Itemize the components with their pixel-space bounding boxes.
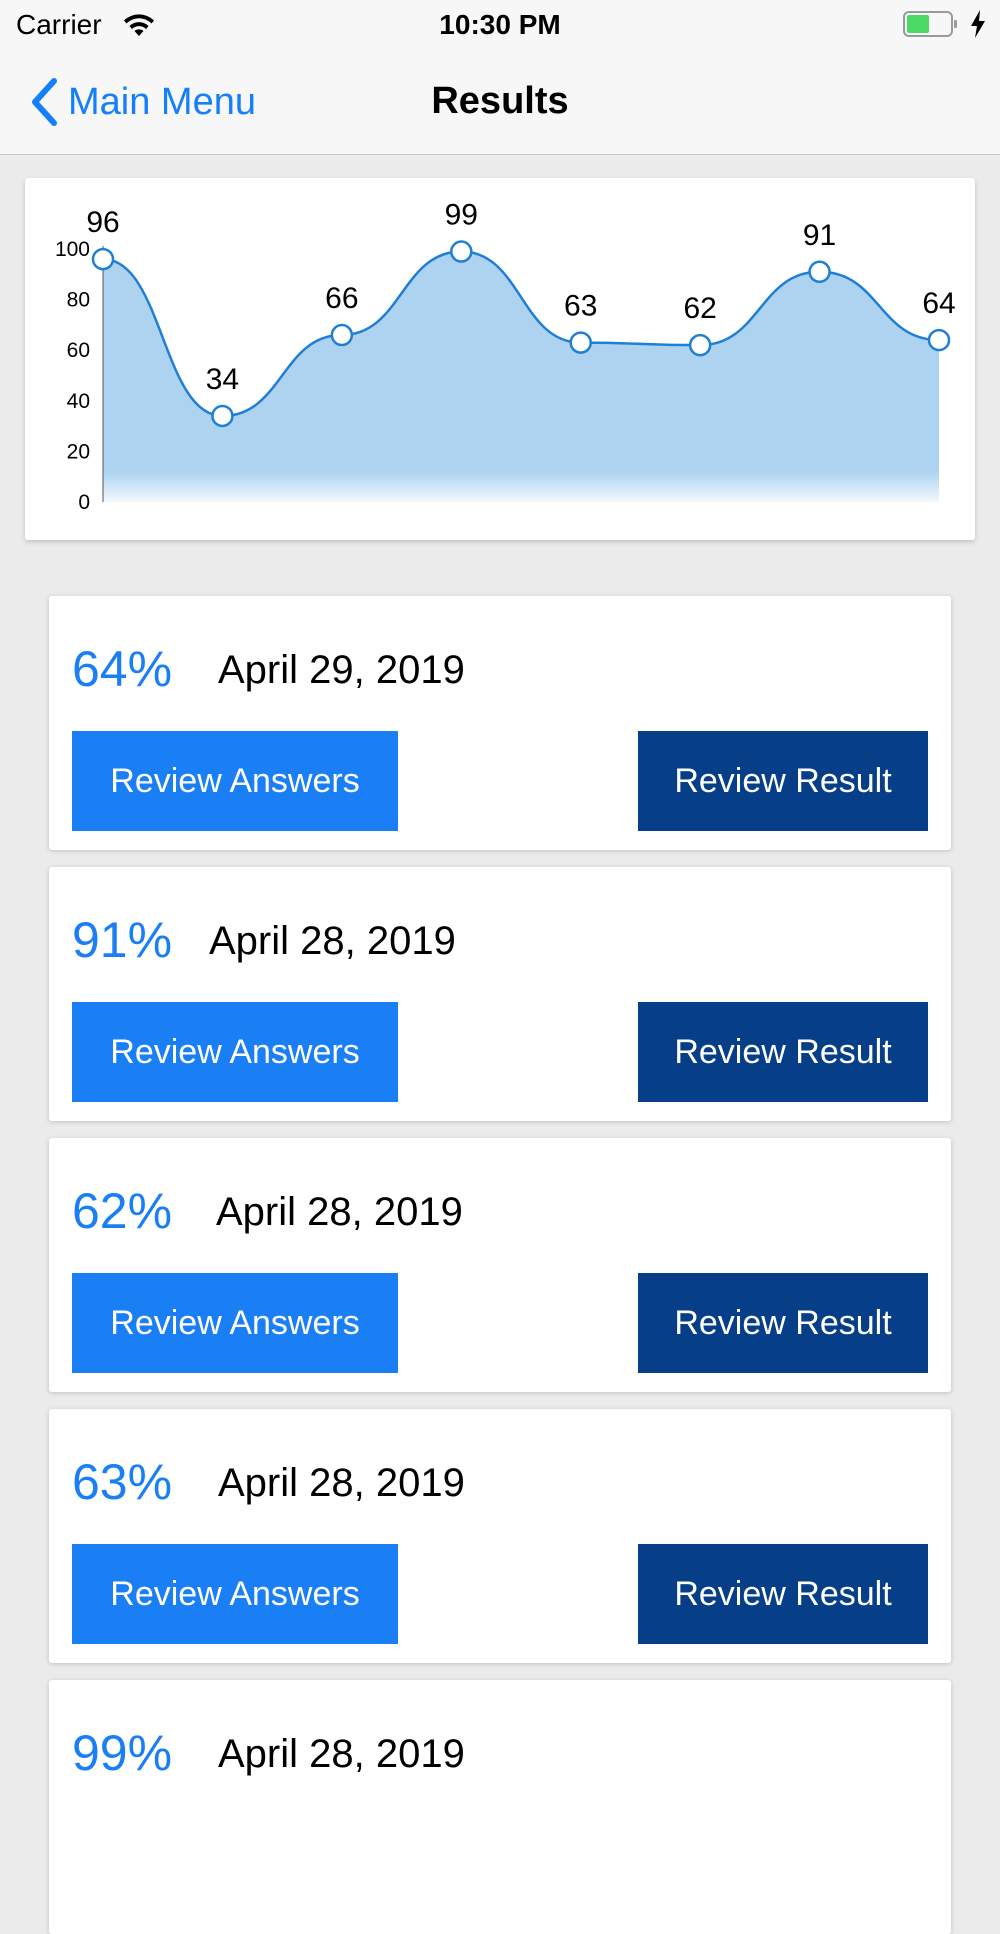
charging-bolt-icon <box>971 10 985 38</box>
chart-y-tick-label: 0 <box>78 491 90 514</box>
review-result-button[interactable]: Review Result <box>638 731 928 831</box>
result-card: 64% April 29, 2019 Review Answers Review… <box>49 596 951 850</box>
chart-y-tick-label: 80 <box>67 289 90 312</box>
chart-data-label: 63 <box>564 290 597 323</box>
results-chart-svg: 0 20 40 60 80 10096 34 66 99 63 62 91 64 <box>55 199 956 514</box>
review-result-button[interactable]: Review Result <box>638 1273 928 1373</box>
results-chart: 0 20 40 60 80 100 96 34 66 99 63 62 91 64 <box>25 178 975 540</box>
chart-data-point <box>450 240 473 263</box>
chart-data-label: 62 <box>683 292 716 325</box>
review-answers-button[interactable]: Review Answers <box>72 1002 398 1102</box>
result-date: April 29, 2019 <box>218 648 465 692</box>
review-result-button[interactable]: Review Result <box>638 1002 928 1102</box>
chart-data-label: 91 <box>803 219 836 252</box>
status-bar: Carrier 10:30 PM <box>0 0 1000 50</box>
result-card: 91% April 28, 2019 Review Answers Review… <box>49 867 951 1121</box>
chart-data-point <box>91 247 115 271</box>
result-date: April 28, 2019 <box>209 919 456 963</box>
result-date: April 28, 2019 <box>216 1190 463 1234</box>
result-card: 99% April 28, 2019 <box>49 1680 951 1934</box>
battery-icon <box>903 11 957 37</box>
chart-data-label: 34 <box>206 363 239 396</box>
chart-data-point <box>330 323 354 347</box>
result-score: 62% <box>72 1183 173 1239</box>
chart-y-tick-label: 60 <box>67 339 90 362</box>
review-answers-button[interactable]: Review Answers <box>72 1273 398 1373</box>
review-result-button[interactable]: Review Result <box>638 1544 928 1644</box>
result-date: April 28, 2019 <box>218 1732 465 1776</box>
result-score: 99% <box>72 1725 173 1781</box>
result-date: April 28, 2019 <box>218 1461 465 1505</box>
review-answers-button[interactable]: Review Answers <box>72 731 398 831</box>
chart-y-tick-label: 40 <box>67 390 90 413</box>
chart-data-point <box>927 328 951 352</box>
status-time: 10:30 PM <box>439 9 561 40</box>
chart-y-tick-label: 20 <box>67 440 90 463</box>
chart-data-label: 99 <box>445 199 478 232</box>
chart-data-label: 64 <box>922 287 955 320</box>
chart-data-point <box>569 331 592 354</box>
chart-data-label: 66 <box>325 282 358 315</box>
chart-data-point <box>808 260 831 284</box>
chart-data-point <box>688 333 712 357</box>
page-title: Results <box>431 80 569 122</box>
result-score: 64% <box>72 641 173 697</box>
result-score: 63% <box>72 1454 173 1510</box>
chart-data-point <box>211 404 234 428</box>
result-score: 91% <box>72 912 173 968</box>
chart-data-label: 96 <box>86 206 119 239</box>
result-card: 62% April 28, 2019 Review Answers Review… <box>49 1138 951 1392</box>
chart-y-tick-label: 100 <box>55 238 90 261</box>
result-card: 63% April 28, 2019 Review Answers Review… <box>49 1409 951 1663</box>
review-answers-button[interactable]: Review Answers <box>72 1544 398 1644</box>
navigation-bar: Main Menu Results <box>0 50 1000 155</box>
